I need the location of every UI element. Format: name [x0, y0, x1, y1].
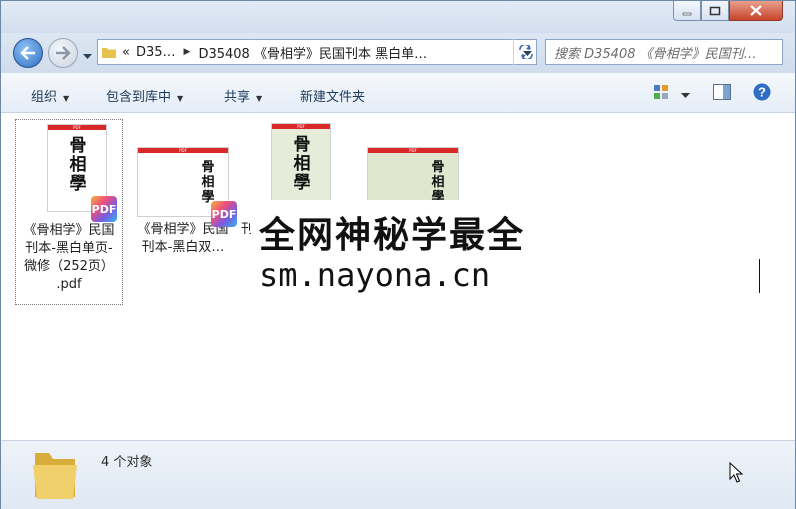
pdf-page-preview: PDF 骨相學	[271, 123, 331, 211]
thumbnail-title: 骨相學	[201, 160, 215, 205]
pdf-badge-icon: PDF	[211, 201, 237, 227]
chevron-down-icon	[681, 93, 690, 98]
new-folder-button[interactable]: 新建文件夹	[300, 86, 365, 105]
search-placeholder: 搜索 D35408 《骨相学》民国刊…	[554, 46, 757, 62]
back-button[interactable]	[13, 38, 43, 68]
navigation-bar: « D35… ▶ D35408 《骨相学》民国刊本 黑白单… 搜索 D35408…	[1, 33, 795, 73]
maximize-button[interactable]	[701, 1, 729, 21]
command-bar: 组织 ▼ 包含到库中 ▼ 共享 ▼ 新建文件夹 ?	[1, 73, 795, 113]
help-button[interactable]: ?	[753, 83, 771, 105]
pdf-header-bar: PDF	[368, 148, 458, 153]
explorer-window: « D35… ▶ D35408 《骨相学》民国刊本 黑白单… 搜索 D35408…	[0, 0, 796, 509]
item-count: 4 个对象	[101, 455, 153, 470]
file-name[interactable]: 《骨相学》民国 刊本-黑白单页- 微修（252页） .pdf	[16, 222, 122, 294]
breadcrumb-item-parent[interactable]: D35…	[136, 45, 176, 60]
search-input[interactable]: 搜索 D35408 《骨相学》民国刊…	[545, 39, 783, 65]
file-item[interactable]: PDF 骨相學 PDF 《骨相学》民国 刊本-黑白单页- 微修（252页） .p…	[15, 119, 123, 305]
organize-button[interactable]: 组织 ▼	[31, 86, 69, 105]
include-in-library-label: 包含到库中	[106, 90, 172, 105]
preview-pane-icon	[713, 84, 731, 100]
svg-text:?: ?	[758, 85, 766, 100]
caret-down-icon: ▼	[177, 94, 184, 103]
forward-arrow-icon	[56, 46, 71, 60]
back-arrow-icon	[20, 46, 35, 60]
breadcrumb-overflow[interactable]: «	[122, 45, 130, 60]
include-in-library-button[interactable]: 包含到库中 ▼	[106, 86, 183, 105]
file-item[interactable]: PDF 骨相學 PDF 《骨相学》民国 刊本-黑白双…	[129, 119, 237, 305]
share-label: 共享	[224, 90, 251, 105]
help-icon: ?	[753, 83, 771, 101]
folder-icon	[102, 48, 116, 58]
watermark-line-2: sm.nayona.cn	[259, 256, 491, 294]
refresh-button[interactable]	[513, 39, 538, 65]
watermark-line-1: 全网神秘学最全	[259, 215, 526, 256]
thumbnail-title: 骨相學	[69, 136, 87, 194]
minimize-icon	[682, 12, 692, 15]
breadcrumb-separator-icon[interactable]: ▶	[184, 47, 191, 57]
pdf-badge-icon: PDF	[91, 196, 117, 222]
file-list-area[interactable]: PDF 骨相學 PDF 《骨相学》民国 刊本-黑白单页- 微修（252页） .p…	[1, 113, 795, 440]
pdf-header-bar: PDF	[48, 125, 106, 130]
forward-button[interactable]	[48, 38, 78, 68]
pdf-header-bar: PDF	[272, 124, 330, 129]
details-pane: 4 个对象	[1, 440, 795, 509]
minimize-button[interactable]	[673, 1, 701, 21]
file-thumbnail: PDF 骨相學 PDF	[25, 124, 117, 222]
chevron-down-icon	[83, 54, 92, 59]
address-bar[interactable]: « D35… ▶ D35408 《骨相学》民国刊本 黑白单…	[97, 39, 537, 65]
refresh-icon	[519, 45, 533, 59]
preview-pane-button[interactable]	[713, 84, 731, 104]
thumbnail-title: 骨相學	[431, 160, 445, 205]
caret-down-icon: ▼	[63, 94, 70, 103]
close-button[interactable]	[729, 1, 783, 21]
title-bar[interactable]	[1, 1, 795, 33]
close-icon	[750, 5, 762, 16]
pdf-header-bar: PDF	[138, 148, 228, 153]
text-cursor	[759, 259, 760, 293]
recent-locations-dropdown[interactable]	[83, 49, 92, 64]
organize-label: 组织	[31, 90, 58, 105]
share-button[interactable]: 共享 ▼	[224, 86, 262, 105]
watermark-overlay: 全网神秘学最全 sm.nayona.cn	[251, 200, 760, 304]
mouse-pointer-icon	[729, 462, 743, 483]
thumbnail-title: 骨相學	[293, 135, 311, 193]
folder-large-icon	[33, 453, 77, 499]
change-view-button[interactable]	[653, 84, 669, 104]
view-options-icon	[654, 85, 668, 99]
view-dropdown-button[interactable]	[681, 88, 690, 103]
new-folder-label: 新建文件夹	[300, 90, 366, 105]
file-thumbnail: PDF 骨相學 PDF	[137, 123, 237, 227]
caret-down-icon: ▼	[256, 94, 263, 103]
maximize-icon	[709, 6, 721, 15]
breadcrumb-item-current[interactable]: D35408 《骨相学》民国刊本 黑白单…	[198, 43, 427, 62]
